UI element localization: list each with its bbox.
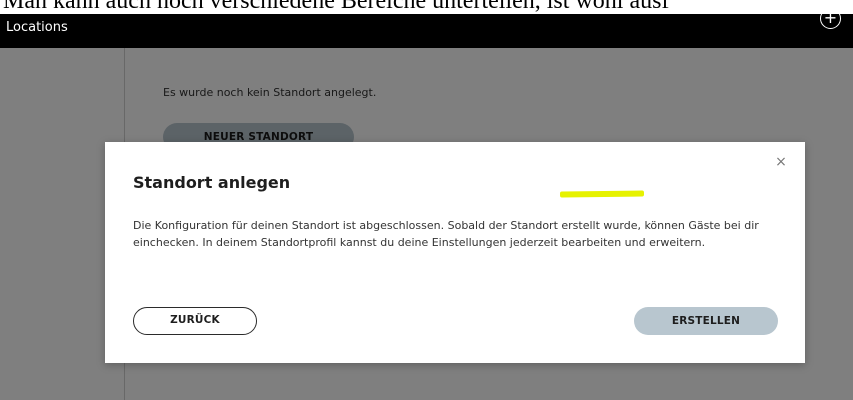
create-button-label: ERSTELLEN — [671, 315, 741, 327]
document-text-strip: Man kann auch noch verschiedene Bereiche… — [0, 0, 853, 14]
create-button[interactable]: ERSTELLEN — [634, 307, 778, 335]
dialog-title: Standort anlegen — [133, 173, 291, 192]
highlighter-mark — [559, 190, 645, 198]
create-location-dialog: × Standort anlegen Die Konfiguration für… — [105, 142, 805, 363]
back-button[interactable]: ZURÜCK — [133, 307, 257, 335]
app-header: Locations + — [0, 8, 853, 48]
plus-circle-icon[interactable]: + — [820, 8, 841, 29]
app-title: Locations — [6, 20, 68, 35]
dialog-message: Die Konfiguration für deinen Standort is… — [133, 219, 759, 249]
close-icon[interactable]: × — [773, 154, 789, 170]
document-text: Man kann auch noch verschiedene Bereiche… — [3, 0, 670, 14]
